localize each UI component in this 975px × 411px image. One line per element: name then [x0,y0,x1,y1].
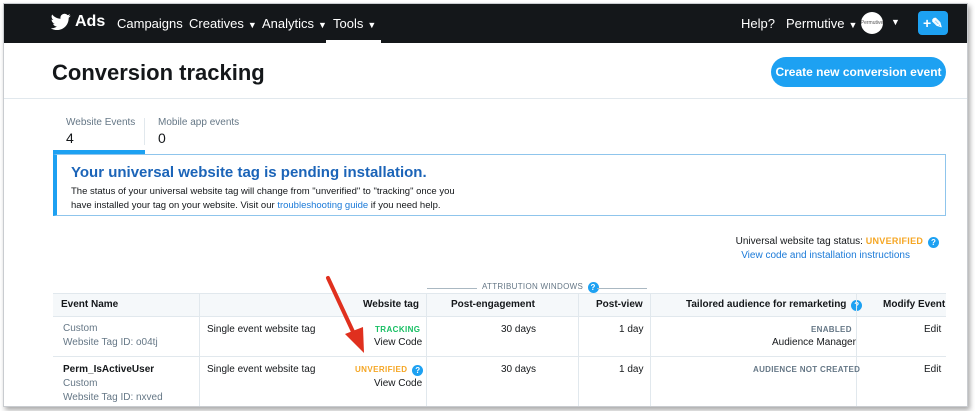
divider-line [597,288,647,289]
alert-body-text-end: if you need help. [368,200,441,211]
logo-text: Ads [75,13,106,30]
avatar-text: Permutive [860,20,884,26]
nav-campaigns[interactable]: Campaigns [117,16,183,31]
col-post-engagement: Post-engagement [451,299,535,310]
help-link[interactable]: Help? [741,16,775,31]
header-divider [4,98,967,99]
tab-count: 0 [158,130,166,146]
col-tailored-audience-label: Tailored audience for remarketing [686,299,847,310]
help-label: Help? [741,16,775,31]
tag-status-value: UNVERIFIED [865,236,924,246]
col-post-view: Post-view [596,299,643,310]
nav-tools[interactable]: Tools ▼ [333,16,376,31]
table-header: Event Name Website tag Post-engagement P… [53,293,946,317]
nav-analytics-label: Analytics [262,16,315,31]
chevron-down-icon: ▼ [318,20,327,30]
avatar[interactable]: Permutive [861,12,883,34]
table-row: Perm_IsActiveUser Custom Website Tag ID:… [53,357,946,406]
attribution-windows-text: ATTRIBUTION WINDOWS [482,282,584,291]
event-type: Custom [63,323,98,334]
active-nav-indicator [326,40,381,43]
audience-status: AUDIENCE NOT CREATED [753,365,861,374]
attribution-windows-label: ATTRIBUTION WINDOWS ? [482,282,599,293]
tab-count: 4 [66,130,74,146]
alert-heading: Your universal website tag is pending in… [71,164,427,181]
post-view-value: 1 day [619,324,644,335]
post-engagement-value: 30 days [501,364,537,375]
compose-tweet-button[interactable]: +✎ [918,11,948,35]
edit-event-link[interactable]: Edit [924,324,941,335]
tab-label: Mobile app events [158,117,240,128]
tab-mobile-app-events[interactable]: Mobile app events 0 [158,117,239,146]
nav-campaigns-label: Campaigns [117,16,183,31]
edit-event-link[interactable]: Edit [924,364,941,375]
tab-website-events[interactable]: Website Events 4 [66,117,135,146]
tag-status-badge: TRACKING [375,325,421,334]
tab-divider [144,118,145,145]
tag-status-badge: UNVERIFIED [355,365,408,374]
chevron-down-icon[interactable]: ▼ [891,17,900,27]
create-conversion-event-button[interactable]: Create new conversion event [771,57,946,87]
help-icon[interactable]: ? [412,365,424,376]
website-tag-id: Website Tag ID: o04tj [63,337,158,348]
help-icon[interactable]: ? [928,237,939,248]
col-tailored-audience: Tailored audience for remarketing ? [686,299,863,311]
view-code-link[interactable]: View Code [374,337,422,348]
chevron-down-icon: ▼ [247,20,257,30]
nav-creatives-label: Creatives [189,16,244,31]
col-modify-event: Modify Event [883,299,946,310]
col-event-name: Event Name [61,299,119,310]
tag-status-cell: UNVERIFIED ? [355,364,424,376]
tag-kind: Single event website tag [207,324,316,335]
tag-status: Universal website tag status: UNVERIFIED… [736,236,939,248]
tag-kind: Single event website tag [207,364,316,375]
audience-status: ENABLED [811,325,852,334]
app-window: Ads Campaigns Creatives ▼ Analytics ▼ Tool… [3,3,968,407]
annotation-arrow-icon [326,276,364,353]
twitter-bird-icon [51,13,71,31]
alert-body: The status of your universal website tag… [71,185,471,213]
post-engagement-value: 30 days [501,324,537,335]
event-type: Custom [63,378,98,389]
compose-icon: +✎ [923,14,943,31]
nav-analytics[interactable]: Analytics ▼ [262,16,327,31]
pending-installation-alert: Your universal website tag is pending in… [53,154,946,216]
tag-status-label: Universal website tag status: [735,236,863,247]
nav-creatives[interactable]: Creatives ▼ [189,16,257,31]
view-code-link[interactable]: View Code [374,378,422,389]
troubleshooting-guide-link[interactable]: troubleshooting guide [277,200,368,211]
post-view-value: 1 day [619,364,644,375]
account-menu[interactable]: Permutive ▼ [786,16,857,31]
top-nav: Ads Campaigns Creatives ▼ Analytics ▼ Tool… [4,4,967,43]
chevron-down-icon: ▼ [848,20,858,30]
divider-line [427,288,477,289]
table-row: Custom Website Tag ID: o04tj Single even… [53,317,946,357]
tab-label: Website Events [66,117,136,128]
ads-logo[interactable]: Ads [51,13,105,31]
audience-manager-link[interactable]: Audience Manager [772,337,856,348]
account-label: Permutive [786,16,845,31]
event-name: Perm_IsActiveUser [63,364,155,375]
view-installation-instructions-link[interactable]: View code and installation instructions [741,250,910,261]
nav-tools-label: Tools [333,16,364,31]
chevron-down-icon: ▼ [367,20,377,30]
website-tag-id: Website Tag ID: nxved [63,392,163,403]
page-title: Conversion tracking [52,60,265,85]
